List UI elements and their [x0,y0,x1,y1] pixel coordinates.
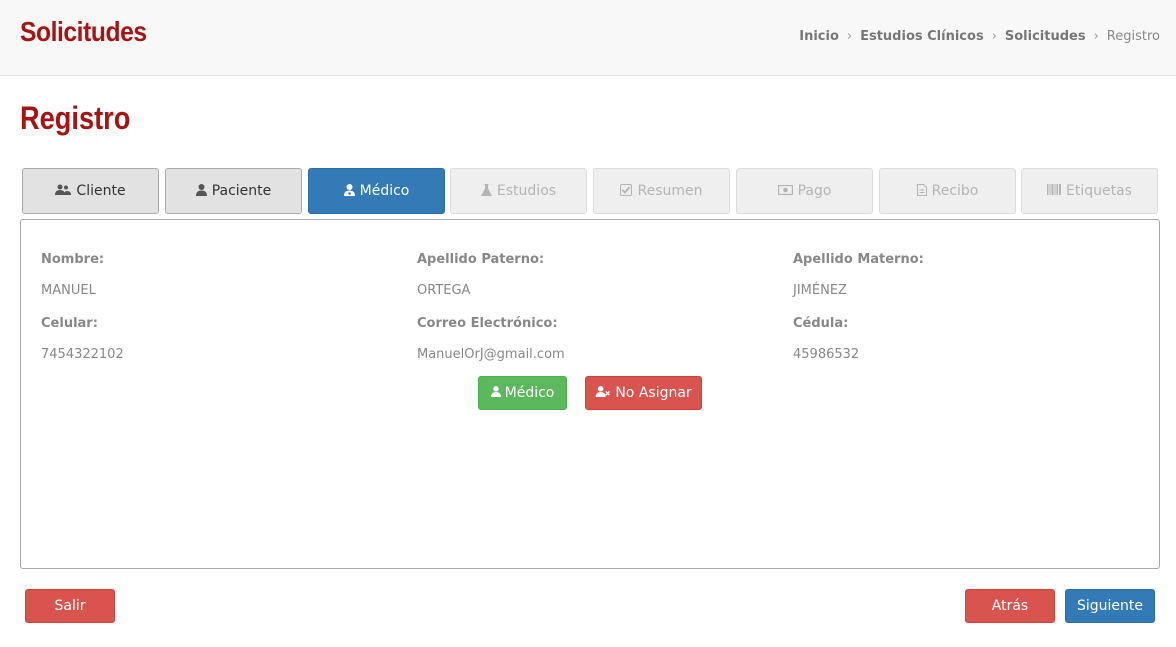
atras-label: Atrás [991,598,1029,614]
file-text-icon [916,183,927,199]
field-apellido-materno: Apellido Materno: JIMÉNEZ [793,252,924,298]
breadcrumb-solicitudes[interactable]: Solicitudes [1005,29,1086,44]
apellido-paterno-label: Apellido Paterno: [417,252,545,267]
siguiente-label: Siguiente [1076,598,1143,614]
no-asignar-button[interactable]: No Asignar [585,376,702,410]
salir-button[interactable]: Salir [25,589,115,623]
nombre-label: Nombre: [41,252,105,267]
tab-cliente[interactable]: Cliente [22,168,159,214]
field-cedula: Cédula: 45986532 [793,316,859,362]
field-nombre: Nombre: MANUEL [41,252,104,298]
no-asignar-label: No Asignar [615,385,692,401]
tab-label: Pago [797,183,832,199]
breadcrumb-separator-icon: › [846,29,853,44]
tab-label: Médico [359,183,410,199]
celular-label: Celular: [41,316,98,331]
tab-label: Paciente [211,183,272,199]
field-apellido-paterno: Apellido Paterno: ORTEGA [417,252,544,298]
tab-pago[interactable]: Pago [736,168,873,214]
flask-icon [480,183,492,199]
barcode-icon [1047,184,1062,198]
app-title: Solicitudes [20,16,147,47]
wizard-tabs: Cliente Paciente Médico Estudios Resumen… [22,168,1158,214]
tab-label: Estudios [496,183,557,199]
select-medico-label: Médico [504,385,555,401]
field-correo: Correo Electrónico: ManuelOrJ@gmail.com [417,316,565,362]
breadcrumb-separator-icon: › [991,29,997,44]
tab-label: Cliente [76,183,126,199]
cedula-label: Cédula: [793,316,849,331]
user-times-icon [595,386,611,400]
tab-estudios[interactable]: Estudios [450,168,587,214]
tab-medico[interactable]: Médico [308,168,445,214]
tab-recibo[interactable]: Recibo [879,168,1016,214]
breadcrumb-estudios-clinicos[interactable]: Estudios Clínicos [860,29,984,44]
select-medico-button[interactable]: Médico [478,376,567,410]
money-icon [777,184,793,198]
apellido-materno-label: Apellido Materno: [793,252,924,267]
doctor-panel: Nombre: MANUEL Apellido Paterno: ORTEGA … [20,219,1160,569]
breadcrumb: Inicio › Estudios Clínicos › Solicitudes… [799,29,1160,44]
correo-value: ManuelOrJ@gmail.com [417,347,565,362]
tab-etiquetas[interactable]: Etiquetas [1021,168,1158,214]
user-icon [195,183,207,199]
celular-value: 7454322102 [41,347,124,362]
user-md-icon [343,183,355,199]
apellido-materno-value: JIMÉNEZ [793,283,847,298]
users-icon [55,184,72,199]
check-square-icon [620,183,633,199]
breadcrumb-inicio[interactable]: Inicio [799,29,839,44]
tab-label: Resumen [637,183,703,199]
cedula-value: 45986532 [793,347,860,362]
breadcrumb-separator-icon: › [1093,29,1099,44]
tab-label: Etiquetas [1066,183,1132,199]
tab-label: Recibo [931,183,979,199]
nombre-value: MANUEL [41,283,96,298]
tab-paciente[interactable]: Paciente [165,168,302,214]
field-celular: Celular: 7454322102 [41,316,124,362]
breadcrumb-registro: Registro [1106,29,1160,44]
user-md-icon [490,386,501,400]
siguiente-button[interactable]: Siguiente [1065,589,1155,623]
correo-label: Correo Electrónico: [417,316,558,331]
page-title: Registro [20,100,131,136]
apellido-paterno-value: ORTEGA [417,283,471,298]
top-header: Solicitudes Inicio › Estudios Clínicos ›… [0,0,1176,76]
tab-resumen[interactable]: Resumen [593,168,730,214]
salir-label: Salir [54,598,86,614]
atras-button[interactable]: Atrás [965,589,1055,623]
